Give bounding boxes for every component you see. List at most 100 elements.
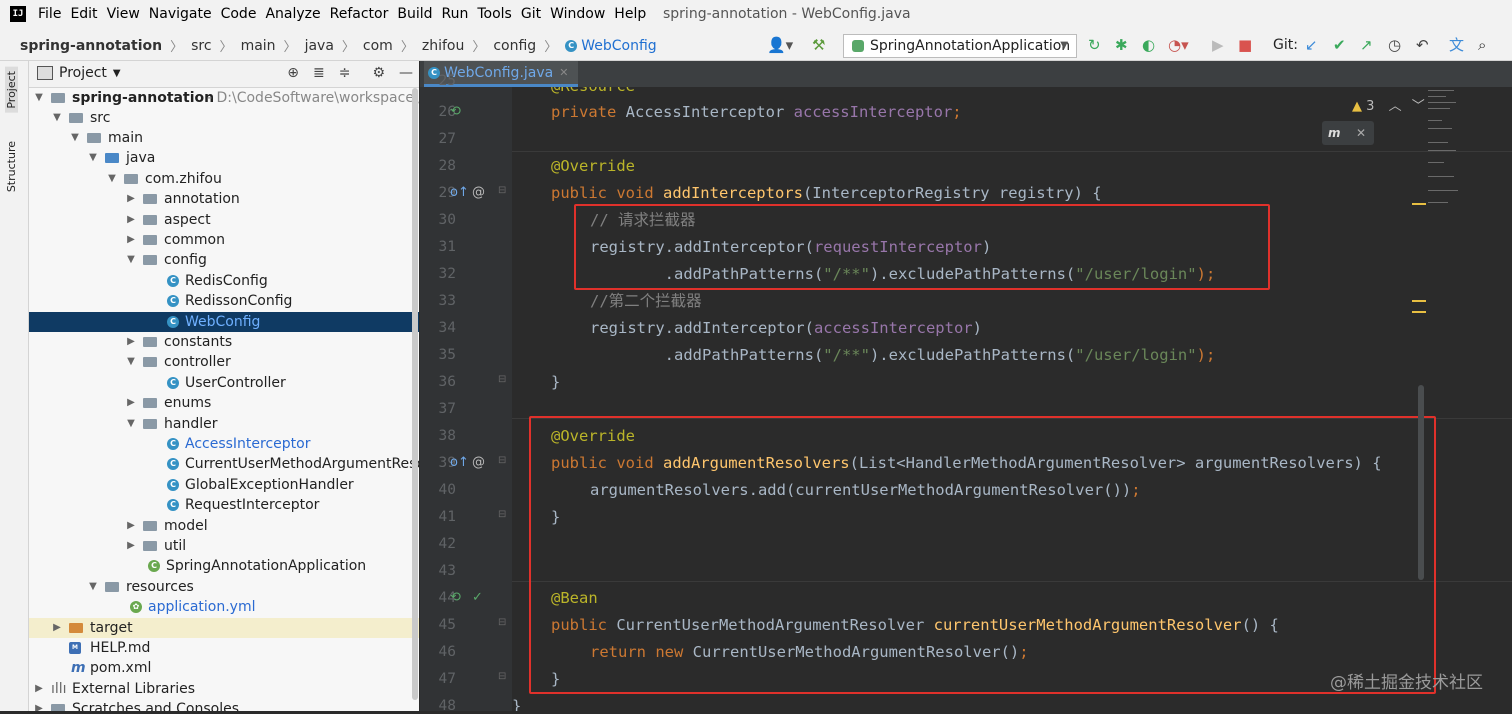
tree-item-main[interactable]: ▼ main: [29, 128, 419, 148]
expand-all-icon[interactable]: ≣: [313, 65, 325, 81]
fold-icon[interactable]: ⊟: [498, 617, 506, 628]
breadcrumb-src[interactable]: src: [191, 38, 211, 54]
git-push-icon[interactable]: ↗: [1360, 36, 1373, 54]
close-icon[interactable]: ✕: [1356, 121, 1366, 145]
bean-declaration-icon[interactable]: ✓: [472, 590, 483, 605]
tree-item-com-zhifou[interactable]: ▼ com.zhifou: [29, 169, 419, 189]
tree-item-project-root[interactable]: ▼ spring-annotation - D:\CodeSoftware\wo…: [29, 88, 419, 108]
tree-item-redisconfig[interactable]: C RedisConfig: [29, 271, 419, 291]
tree-item-webconfig[interactable]: C WebConfig: [29, 312, 419, 332]
debug-bug-icon[interactable]: ✱: [1115, 36, 1128, 54]
breadcrumb-java[interactable]: java: [305, 38, 334, 54]
tree-item-resources[interactable]: ▼ resources: [29, 577, 419, 597]
chevron-up-icon[interactable]: ︿: [1389, 99, 1402, 114]
maven-reload-icon[interactable]: m: [1328, 121, 1341, 145]
menu-navigate[interactable]: Navigate: [149, 6, 212, 22]
menu-analyze[interactable]: Analyze: [265, 6, 320, 22]
menu-help[interactable]: Help: [614, 6, 646, 22]
tree-item-accessinterceptor[interactable]: C AccessInterceptor: [29, 434, 419, 454]
tree-item-model[interactable]: ▶ model: [29, 516, 419, 536]
tree-item-enums[interactable]: ▶ enums: [29, 393, 419, 413]
project-tree-scrollbar[interactable]: [412, 88, 418, 700]
chevron-down-icon[interactable]: ﹀: [1412, 99, 1425, 114]
menu-git[interactable]: Git: [521, 6, 541, 22]
menu-run[interactable]: Run: [442, 6, 469, 22]
fold-icon[interactable]: ⊟: [498, 671, 506, 682]
search-icon[interactable]: ⌕: [1478, 36, 1486, 54]
project-view-selector[interactable]: Project ▼: [37, 65, 121, 81]
tree-item-usercontroller[interactable]: C UserController: [29, 373, 419, 393]
fold-icon[interactable]: ⊟: [498, 455, 506, 466]
tree-item-util[interactable]: ▶ util: [29, 536, 419, 556]
tree-item-controller[interactable]: ▼ controller: [29, 352, 419, 372]
run-configuration-select[interactable]: SpringAnnotationApplication ▼: [843, 34, 1077, 58]
stop-icon[interactable]: ■: [1238, 36, 1252, 54]
user-icon[interactable]: 👤▾: [767, 36, 793, 54]
tree-item-config[interactable]: ▼ config: [29, 250, 419, 270]
coverage-icon[interactable]: ◐: [1142, 36, 1155, 54]
menu-window[interactable]: Window: [550, 6, 605, 22]
minimize-icon[interactable]: —: [399, 65, 413, 81]
tree-item-target[interactable]: ▶ target: [29, 618, 419, 638]
tree-item-annotation[interactable]: ▶ annotation: [29, 189, 419, 209]
translate-icon[interactable]: 文: [1449, 36, 1464, 54]
tree-item-requestinterceptor[interactable]: C RequestInterceptor: [29, 495, 419, 515]
warning-stripe-mark[interactable]: [1412, 311, 1426, 313]
history-clock-icon[interactable]: ◷: [1388, 36, 1401, 54]
tree-item-application-yml[interactable]: ✿ application.yml: [29, 597, 419, 617]
close-icon[interactable]: ✕: [559, 66, 568, 79]
run-play-icon[interactable]: ▶: [1212, 36, 1224, 54]
menu-build[interactable]: Build: [397, 6, 432, 22]
breadcrumb-config[interactable]: config: [493, 38, 536, 54]
tree-item-help-md[interactable]: M HELP.md: [29, 638, 419, 658]
menu-refactor[interactable]: Refactor: [330, 6, 389, 22]
tree-item-external-libraries[interactable]: ▶ ıllı External Libraries: [29, 679, 419, 699]
locate-target-icon[interactable]: ⊕: [287, 65, 299, 81]
tree-item-src[interactable]: ▼ src: [29, 108, 419, 128]
code-minimap[interactable]: [1428, 90, 1458, 220]
profile-icon[interactable]: ◔▾: [1168, 36, 1189, 54]
tree-item-java[interactable]: ▼ java: [29, 148, 419, 168]
build-hammer-icon[interactable]: ⚒: [812, 36, 825, 54]
tree-item-common[interactable]: ▶ common: [29, 230, 419, 250]
menu-view[interactable]: View: [107, 6, 140, 22]
tree-item-handler[interactable]: ▼ handler: [29, 414, 419, 434]
menu-code[interactable]: Code: [221, 6, 257, 22]
tree-item-currentusermethodargumentresolver[interactable]: C CurrentUserMethodArgumentResolver: [29, 454, 419, 474]
tree-item-globalexceptionhandler[interactable]: C GlobalExceptionHandler: [29, 475, 419, 495]
menu-edit[interactable]: Edit: [70, 6, 97, 22]
git-commit-icon[interactable]: ✔: [1333, 36, 1346, 54]
breadcrumb-com[interactable]: com: [363, 38, 393, 54]
implements-method-icon[interactable]: o↑: [450, 185, 469, 200]
breadcrumb-zhifou[interactable]: zhifou: [422, 38, 464, 54]
warning-stripe-mark[interactable]: [1412, 203, 1426, 205]
inspection-widget[interactable]: ▲ 3 ︿ ﹀: [1352, 95, 1425, 114]
tool-tab-structure[interactable]: Structure: [5, 141, 18, 192]
maven-reload-popup[interactable]: m ✕: [1322, 121, 1374, 145]
warning-stripe-mark[interactable]: [1412, 300, 1426, 302]
tree-item-springannotationapplication[interactable]: C SpringAnnotationApplication: [29, 556, 419, 576]
breadcrumb-project[interactable]: spring-annotation: [20, 38, 162, 54]
tool-tab-project[interactable]: Project: [5, 67, 18, 113]
menu-file[interactable]: File: [38, 6, 61, 22]
bean-navigation-icon[interactable]: ⟲: [450, 590, 461, 605]
fold-icon[interactable]: ⊟: [498, 185, 506, 196]
breadcrumb-webconfig[interactable]: WebConfig: [581, 38, 656, 54]
autowired-bean-icon[interactable]: ⟲: [450, 104, 461, 119]
menu-tools[interactable]: Tools: [477, 6, 512, 22]
gear-icon[interactable]: ⚙: [372, 65, 385, 81]
tree-item-redissonconfig[interactable]: C RedissonConfig: [29, 291, 419, 311]
rerun-icon[interactable]: ↻: [1088, 36, 1101, 54]
fold-icon[interactable]: ⊟: [498, 509, 506, 520]
tree-item-aspect[interactable]: ▶ aspect: [29, 210, 419, 230]
tree-item-scratches[interactable]: ▶ Scratches and Consoles: [29, 699, 419, 711]
fold-icon[interactable]: ⊟: [498, 374, 506, 385]
rollback-icon[interactable]: ↶: [1416, 36, 1429, 54]
collapse-all-icon[interactable]: ≑: [339, 65, 351, 81]
git-update-icon[interactable]: ↙: [1305, 36, 1318, 54]
breadcrumb-main[interactable]: main: [241, 38, 276, 54]
tree-item-pom-xml[interactable]: m pom.xml: [29, 658, 419, 678]
tree-item-constants[interactable]: ▶ constants: [29, 332, 419, 352]
implements-method-icon[interactable]: o↑: [450, 455, 469, 470]
editor-scrollbar[interactable]: [1418, 385, 1424, 580]
